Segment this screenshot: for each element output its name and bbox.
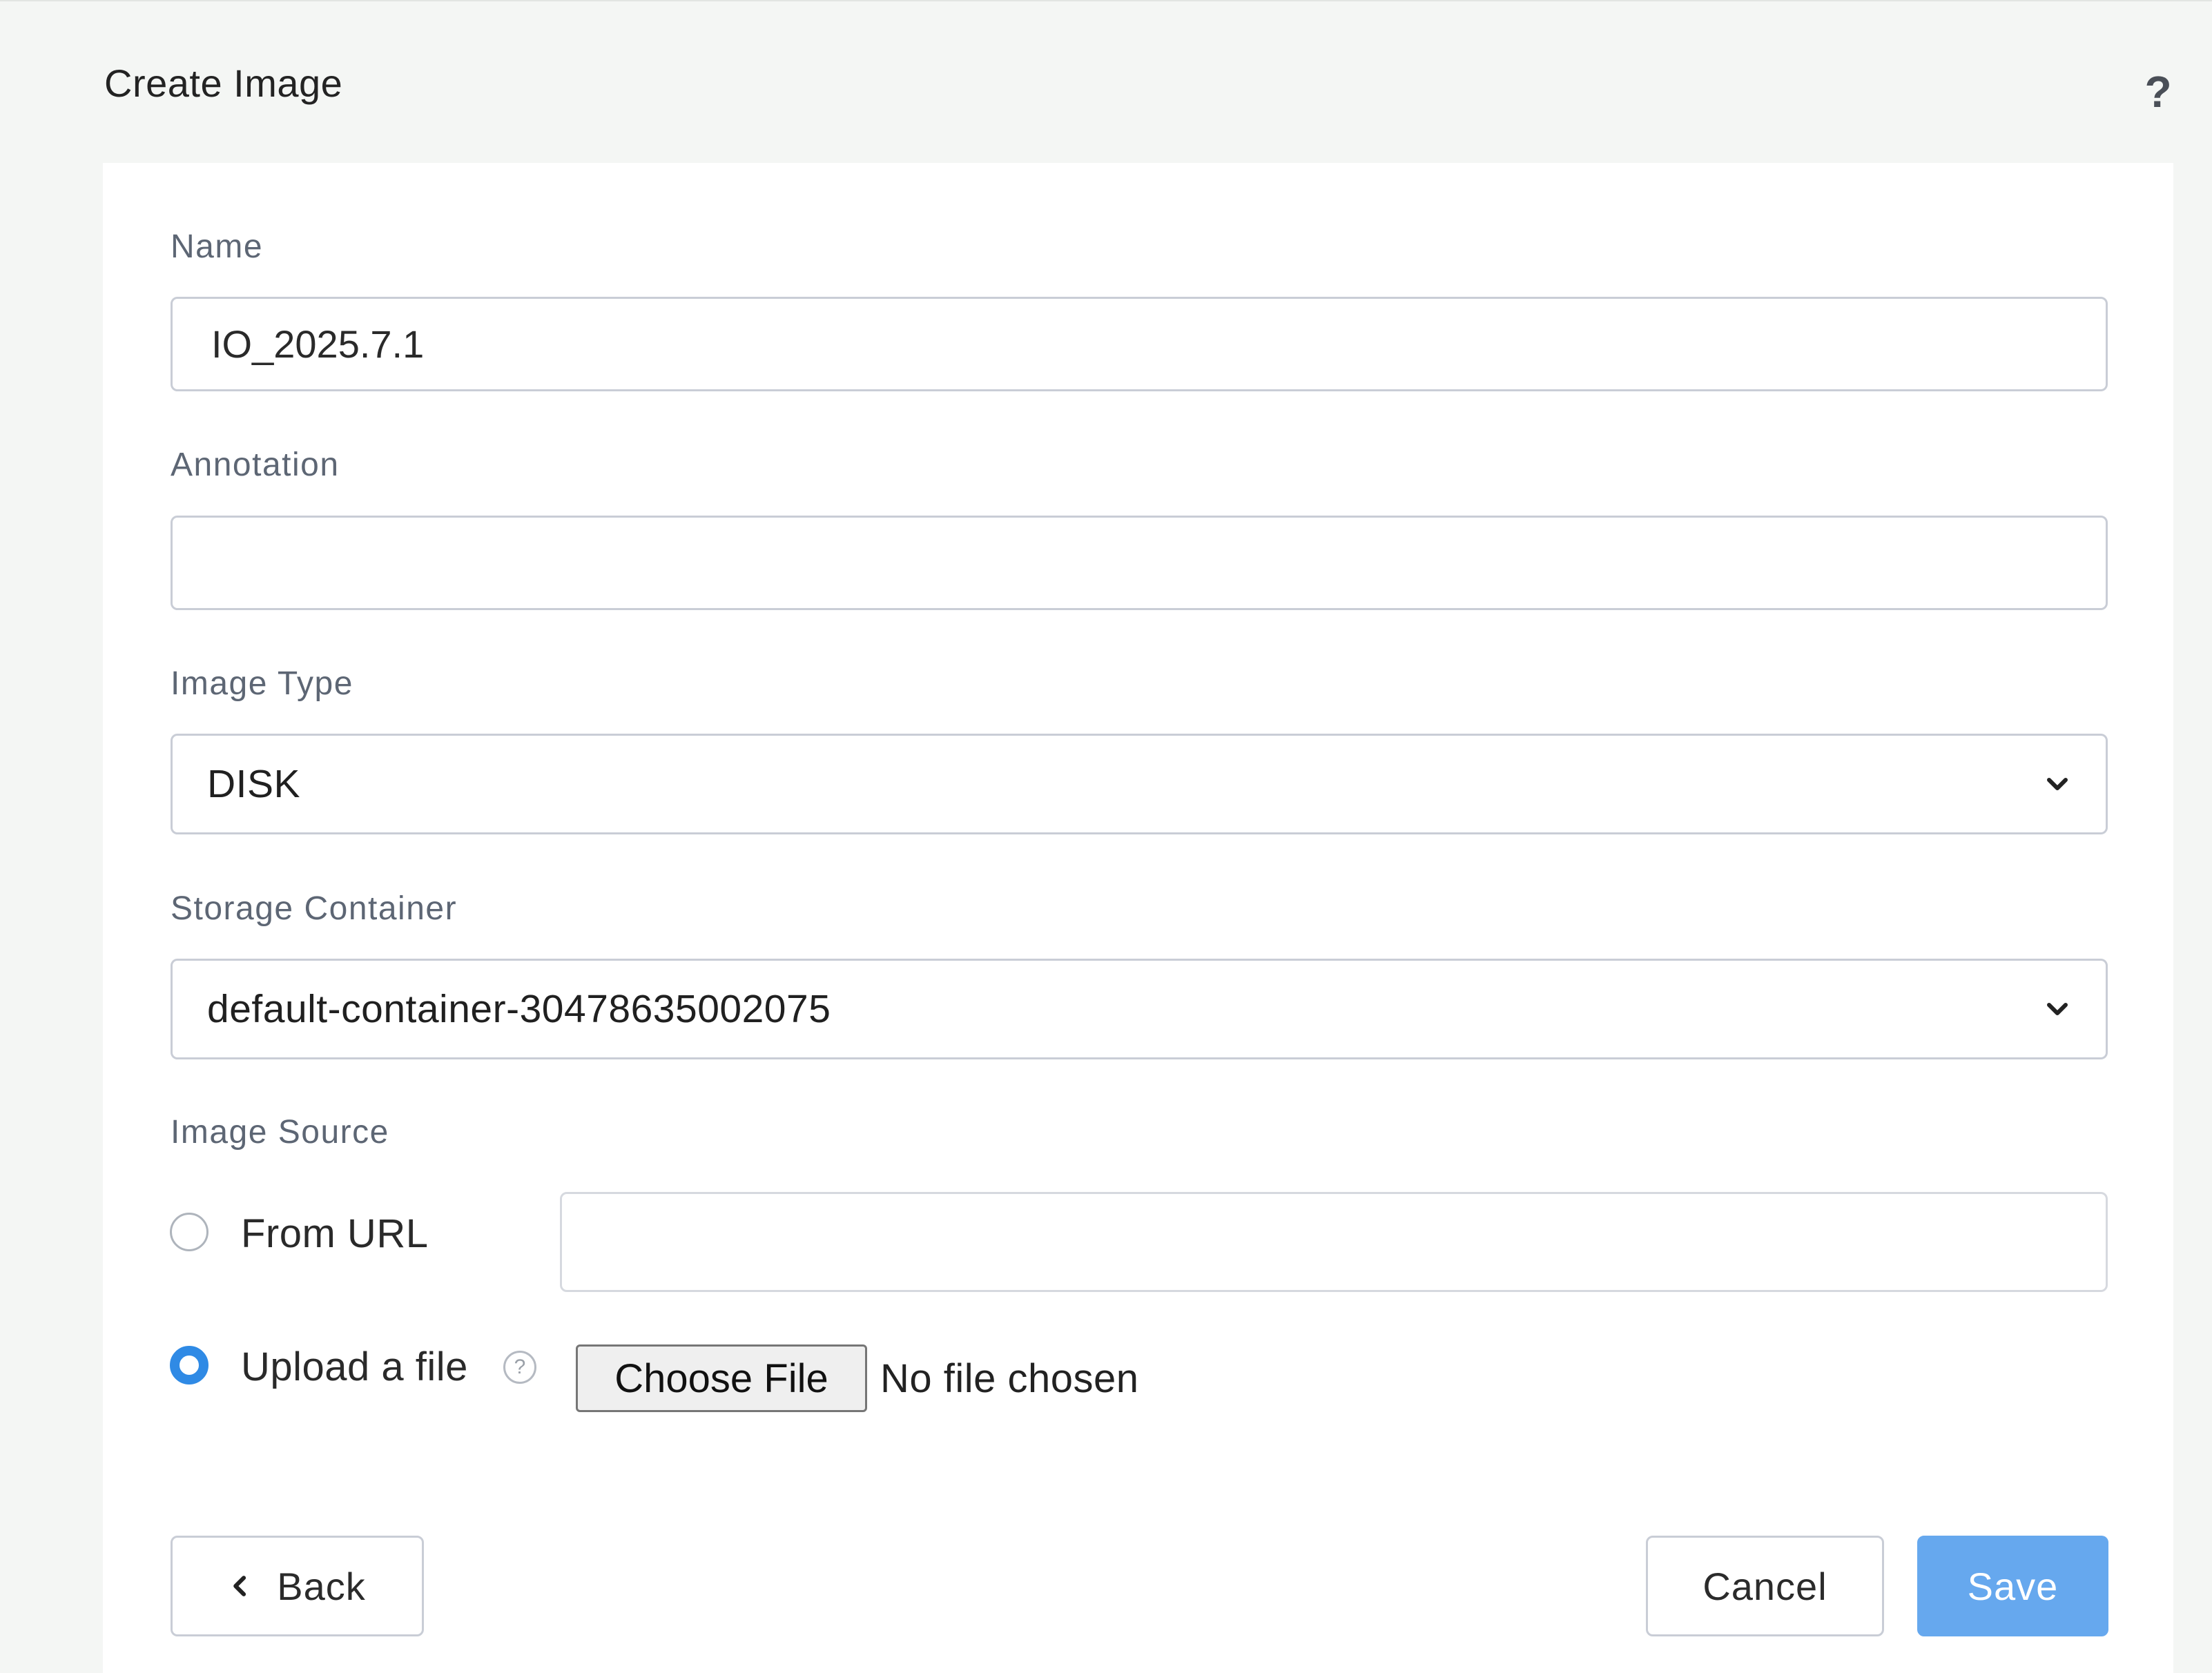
storage-container-select[interactable]: default-container-30478635002075	[171, 959, 2108, 1059]
name-input[interactable]	[171, 297, 2108, 391]
image-type-value: DISK	[207, 762, 301, 806]
info-icon[interactable]: ?	[503, 1351, 536, 1384]
choose-file-button[interactable]: Choose File	[576, 1344, 867, 1412]
image-type-label: Image Type	[171, 665, 353, 702]
from-url-radio[interactable]	[170, 1213, 208, 1251]
chevron-left-icon	[233, 1576, 246, 1596]
cancel-button[interactable]: Cancel	[1646, 1536, 1884, 1636]
back-button-label: Back	[277, 1564, 366, 1608]
chevron-down-icon	[2047, 778, 2068, 790]
upload-file-radio[interactable]	[170, 1346, 208, 1385]
cancel-button-label: Cancel	[1702, 1564, 1827, 1608]
page-title: Create Image	[104, 61, 343, 105]
help-icon[interactable]: ?	[2143, 68, 2173, 116]
url-input[interactable]	[560, 1192, 2108, 1292]
save-button-label: Save	[1967, 1564, 2059, 1608]
image-type-select[interactable]: DISK	[171, 734, 2108, 834]
save-button[interactable]: Save	[1917, 1536, 2108, 1636]
chevron-down-icon	[2047, 1003, 2068, 1015]
image-source-label: Image Source	[171, 1114, 389, 1151]
from-url-label[interactable]: From URL	[241, 1211, 428, 1257]
storage-container-value: default-container-30478635002075	[207, 987, 831, 1031]
storage-container-label: Storage Container	[171, 890, 458, 927]
upload-file-label[interactable]: Upload a file	[241, 1344, 468, 1390]
name-label: Name	[171, 228, 264, 265]
annotation-label: Annotation	[171, 447, 340, 483]
annotation-input[interactable]	[171, 516, 2108, 610]
file-status-text: No file chosen	[880, 1356, 1139, 1401]
back-button[interactable]: Back	[171, 1536, 424, 1636]
page: Create Image ? Name Annotation Image Typ…	[0, 0, 2212, 1673]
